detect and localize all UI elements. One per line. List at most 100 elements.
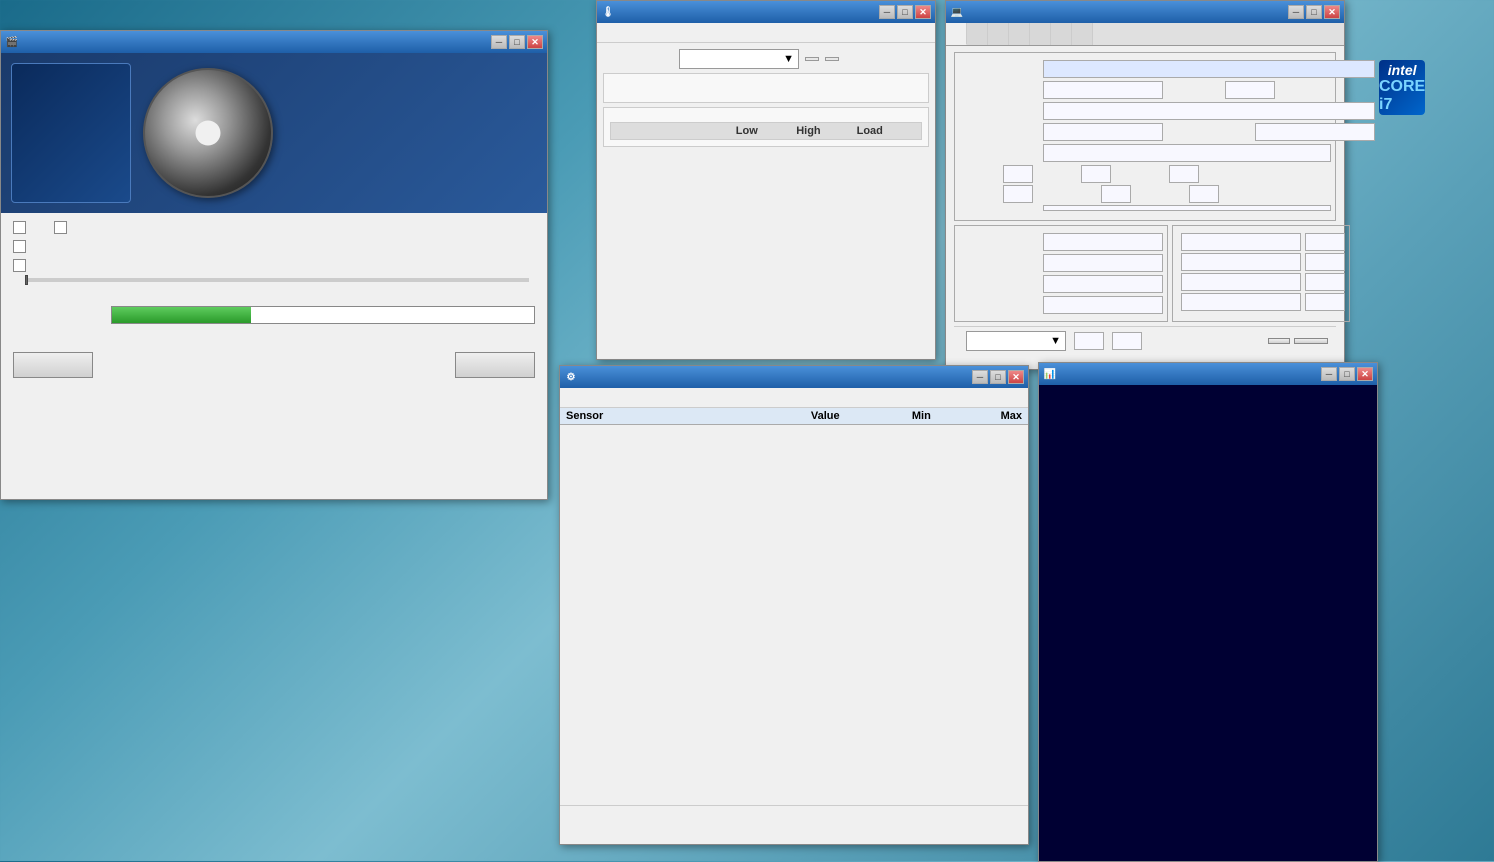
menu-help[interactable] [649,32,661,34]
cache-section [1172,225,1350,322]
hwmonitor-maximize-btn[interactable]: □ [990,370,1006,384]
tab-graphics[interactable] [1051,23,1072,45]
technology-row [959,123,1375,141]
progress-row [13,306,535,324]
progress-text [112,307,534,323]
level3-value [1181,293,1301,311]
l1-inst-ways [1305,253,1345,271]
menu-file[interactable] [601,32,613,34]
processor-select[interactable]: ▼ [966,331,1066,351]
coretemp-menu-bar [597,23,935,43]
cores-badge [805,57,819,61]
coretemp-close-btn[interactable]: ✕ [915,5,931,19]
help-button[interactable] [13,352,93,378]
level2-value [1181,273,1301,291]
clocks-cache-row [954,225,1336,322]
ok-button[interactable] [1294,338,1328,344]
l1-data-value [1181,233,1301,251]
shutdown-checkbox[interactable] [13,240,26,253]
bus-speed-row [959,275,1163,293]
temp-col-core [615,125,736,137]
winavi-icon: 🎬 [5,35,19,49]
l1-data-ways [1305,233,1345,251]
block-messages-checkbox[interactable] [13,259,26,272]
threads-badge [825,57,839,61]
technology-value [1043,123,1163,141]
temp-col-high: High [796,125,856,137]
cpuz-close-btn[interactable]: ✕ [1324,5,1340,19]
menu-tools[interactable] [633,32,645,34]
winavi-shutdown-row [13,240,535,253]
winavi-window-controls: ─ □ ✕ [491,35,543,49]
coretemp-window-controls: ─ □ ✕ [879,5,931,19]
tab-caches[interactable] [967,23,988,45]
preview-realtime-checkbox[interactable] [54,221,67,234]
name-row [959,60,1375,78]
winavi-header [1,53,547,213]
winavi-window: 🎬 ─ □ ✕ [0,30,548,500]
cpuz-action-buttons [1264,338,1328,344]
cpuz-icon: 💻 [950,5,964,19]
model-value [1081,165,1111,183]
package-row [959,102,1375,120]
enable-preview-checkbox[interactable] [13,221,26,234]
l1-inst-value [1181,253,1301,271]
codename-row [959,81,1375,99]
hw-menu-view[interactable] [580,397,592,399]
package-value [1043,102,1375,120]
cpuz-tabs [946,23,1344,46]
temp-col-low: Low [736,125,796,137]
hwmonitor-toolbar [560,388,1028,408]
cancel-button[interactable] [455,352,535,378]
coretemp-minimize-btn[interactable]: ─ [879,5,895,19]
bus-speed-value [1043,275,1163,293]
tab-cpu[interactable] [946,23,967,45]
remaining-label [532,290,535,302]
col-value: Value [748,410,839,422]
ext-family-row [959,185,1331,203]
clocks-section [954,225,1168,322]
cpuz-content: intel CORE i7 [946,46,1344,361]
cpuz-maximize-btn[interactable]: □ [1306,5,1322,19]
hw-menu-edit[interactable] [564,397,576,399]
hwmonitor-window-controls: ─ □ ✕ [972,370,1024,384]
winavi-enable-preview-row [13,221,535,234]
col-sensor: Sensor [566,410,748,422]
cpu-select[interactable]: ▼ [679,49,799,69]
family-model-row [959,165,1331,183]
tmonitor-maximize-btn[interactable]: □ [1339,367,1355,381]
speed-slider[interactable] [25,278,529,282]
hwmonitor-close-btn[interactable]: ✕ [1008,370,1024,384]
speed-limit-row [13,278,535,282]
winavi-maximize-btn[interactable]: □ [509,35,525,49]
tab-spd[interactable] [1030,23,1051,45]
tab-about[interactable] [1072,23,1093,45]
coretemp-maximize-btn[interactable]: □ [897,5,913,19]
hwmonitor-minimize-btn[interactable]: ─ [972,370,988,384]
instructions-row [959,203,1331,213]
processor-fields [959,60,1375,144]
menu-options[interactable] [617,32,629,34]
winavi-minimize-btn[interactable]: ─ [491,35,507,49]
tmonitor-close-btn[interactable]: ✕ [1357,367,1373,381]
ext-model-value [1101,185,1131,203]
coretemp-titlebar: 🌡 ─ □ ✕ [597,1,935,23]
progress-bar-container [111,306,535,324]
hwmonitor-tree [560,425,1028,805]
cpuz-window-controls: ─ □ ✕ [1288,5,1340,19]
brand-id-value [1225,81,1275,99]
tab-mainboard[interactable] [988,23,1009,45]
winavi-close-btn[interactable]: ✕ [527,35,543,49]
temp-readings-section: Low High Load [603,107,929,147]
specification-value [1043,144,1331,162]
cpuz-window: 💻 ─ □ ✕ [945,0,1345,370]
hwmonitor-status-bar [560,805,1028,825]
tmonitor-window-controls: ─ □ ✕ [1321,367,1373,381]
core-speed-row [959,233,1163,251]
cpuz-minimize-btn[interactable]: ─ [1288,5,1304,19]
hw-menu-help[interactable] [596,397,608,399]
winavi-dvd-disc [143,68,273,198]
validate-button[interactable] [1268,338,1290,344]
tab-memory[interactable] [1009,23,1030,45]
tmonitor-minimize-btn[interactable]: ─ [1321,367,1337,381]
